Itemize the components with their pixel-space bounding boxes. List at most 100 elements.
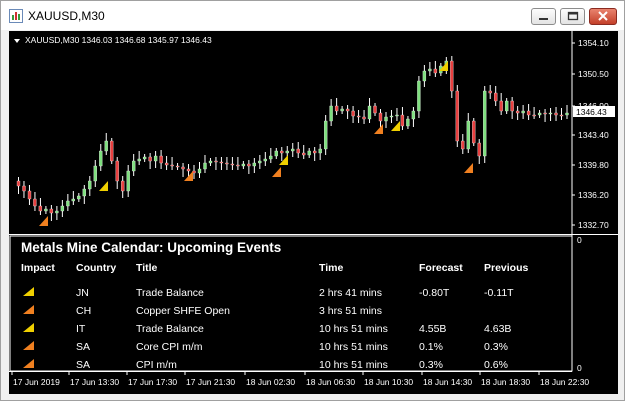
calendar-cell-time: 10 hrs 51 mins — [319, 323, 388, 335]
price-axis-label: 1350.50 — [578, 69, 609, 79]
bear-candle — [345, 108, 350, 112]
bull-candle — [252, 162, 256, 167]
bull-candle — [483, 90, 487, 157]
bear-candle — [38, 205, 43, 212]
calendar-row: CH Copper SHFE Open 3 hrs 51 mins — [23, 305, 382, 317]
bear-candle — [230, 163, 235, 166]
calendar-cell-title: Copper SHFE Open — [136, 305, 230, 317]
window-titlebar[interactable]: XAUUSD,M30 — [1, 1, 624, 30]
bull-candle — [77, 195, 81, 200]
bull-candle — [104, 140, 108, 152]
calendar-cell-forecast: 4.55B — [419, 323, 446, 335]
impact-marker-icon[interactable] — [99, 181, 108, 191]
bull-candle — [285, 150, 289, 154]
chart-header-text: XAUUSD,M30 1346.03 1346.68 1345.97 1346.… — [25, 35, 212, 45]
bear-candle — [302, 152, 306, 156]
impact-marker-icon[interactable] — [391, 121, 400, 131]
bull-candle — [132, 160, 136, 172]
bear-candle — [494, 92, 498, 102]
calendar-cell-title: CPI m/m — [136, 359, 177, 371]
impact-marker-icon[interactable] — [39, 216, 48, 226]
calendar-cell-time: 10 hrs 51 mins — [319, 341, 388, 353]
bear-candle — [159, 155, 163, 164]
bear-candle — [362, 116, 366, 120]
time-axis-label: 18 Jun 06:30 — [306, 377, 355, 387]
calendar-cell-forecast: 0.1% — [419, 341, 443, 353]
price-axis-label: 1339.80 — [578, 160, 609, 170]
bear-candle — [214, 160, 218, 163]
current-price-label: 1346.43 — [576, 107, 607, 117]
bear-candle — [181, 166, 185, 170]
calendar-cell-previous: 0.6% — [484, 359, 508, 371]
bear-candle — [27, 190, 32, 200]
price-axis[interactable]: 1354.101350.501346.901343.401339.801336.… — [572, 38, 609, 230]
price-axis-label: 1336.20 — [578, 190, 609, 200]
bear-candle — [16, 180, 21, 187]
chart-window-icon — [9, 9, 23, 23]
bull-candle — [82, 188, 86, 197]
maximize-icon — [567, 11, 579, 21]
calendar-header-time: Time — [319, 262, 343, 274]
subwindow-scale-top: 0 — [577, 235, 582, 245]
bear-candle — [400, 114, 405, 127]
calendar-cell-time: 10 hrs 51 mins — [319, 359, 388, 371]
calendar-cell-previous: 0.3% — [484, 341, 508, 353]
calendar-cell-forecast: -0.80T — [419, 287, 450, 299]
bear-candle — [488, 90, 492, 94]
bear-candle — [515, 110, 520, 114]
bull-candle — [99, 150, 103, 167]
symbol-dropdown-icon[interactable] — [14, 39, 20, 43]
bear-candle — [455, 90, 459, 142]
bull-candle — [60, 205, 65, 212]
time-axis[interactable]: 17 Jun 2019 17 Jun 13:30 17 Jun 17:30 17 Ju… — [11, 371, 589, 387]
time-axis-label: 17 Jun 2019 — [13, 377, 60, 387]
bull-candle — [126, 170, 130, 192]
close-button[interactable] — [589, 8, 617, 25]
time-axis-label: 18 Jun 18:30 — [481, 377, 530, 387]
price-chart-area[interactable]: XAUUSD,M30 1346.03 1346.68 1345.97 1346.… — [9, 31, 618, 394]
bear-candle — [225, 162, 229, 165]
bull-candle — [384, 116, 388, 122]
calendar-header-country: Country — [76, 262, 116, 274]
bear-candle — [33, 198, 37, 207]
bull-candle — [329, 105, 333, 122]
bull-candle — [241, 163, 246, 167]
impact-marker-icon[interactable] — [464, 163, 473, 173]
impact-marker-icon[interactable] — [374, 124, 383, 134]
calendar-row: JN Trade Balance 2 hrs 41 mins -0.80T -0.11T — [23, 287, 514, 299]
bear-candle — [373, 105, 377, 114]
impact-marker-icon[interactable] — [279, 155, 288, 165]
window-title: XAUUSD,M30 — [28, 9, 105, 23]
calendar-cell-previous: -0.11T — [484, 287, 514, 299]
maximize-button[interactable] — [560, 8, 585, 25]
price-axis-label: 1354.10 — [578, 38, 609, 48]
calendar-row: IT Trade Balance 10 hrs 51 mins 4.55B 4.63B — [23, 323, 511, 335]
bull-candle — [66, 200, 70, 207]
calendar-row: SA Core CPI m/m 10 hrs 51 mins 0.1% 0.3% — [23, 341, 508, 353]
price-axis-label: 1332.70 — [578, 220, 609, 230]
bull-candle — [537, 112, 542, 116]
calendar-cell-country: IT — [76, 323, 86, 335]
bear-candle — [175, 165, 180, 168]
impact-marker-icon[interactable] — [272, 167, 281, 177]
bear-candle — [164, 162, 169, 166]
calendar-row: SA CPI m/m 10 hrs 51 mins 0.3% 0.6% — [23, 359, 508, 371]
time-axis-label: 18 Jun 02:30 — [246, 377, 295, 387]
bear-candle — [472, 120, 476, 144]
bear-candle — [351, 110, 355, 117]
calendar-header-previous: Previous — [484, 262, 529, 274]
bull-candle — [548, 112, 553, 115]
minimize-button[interactable] — [531, 8, 556, 25]
calendar-title: Metals Mine Calendar: Upcoming Events — [21, 240, 281, 255]
bull-candle — [466, 120, 470, 150]
bear-candle — [170, 164, 174, 167]
bull-candle — [428, 68, 432, 72]
bear-candle — [477, 142, 481, 157]
high-impact-icon — [23, 341, 34, 350]
bear-candle — [526, 110, 531, 116]
close-icon — [598, 11, 608, 21]
bear-candle — [110, 140, 114, 162]
price-chart[interactable]: XAUUSD,M30 1346.03 1346.68 1345.97 1346.… — [9, 31, 618, 394]
bull-candle — [340, 108, 344, 112]
time-axis-label: 18 Jun 14:30 — [423, 377, 472, 387]
